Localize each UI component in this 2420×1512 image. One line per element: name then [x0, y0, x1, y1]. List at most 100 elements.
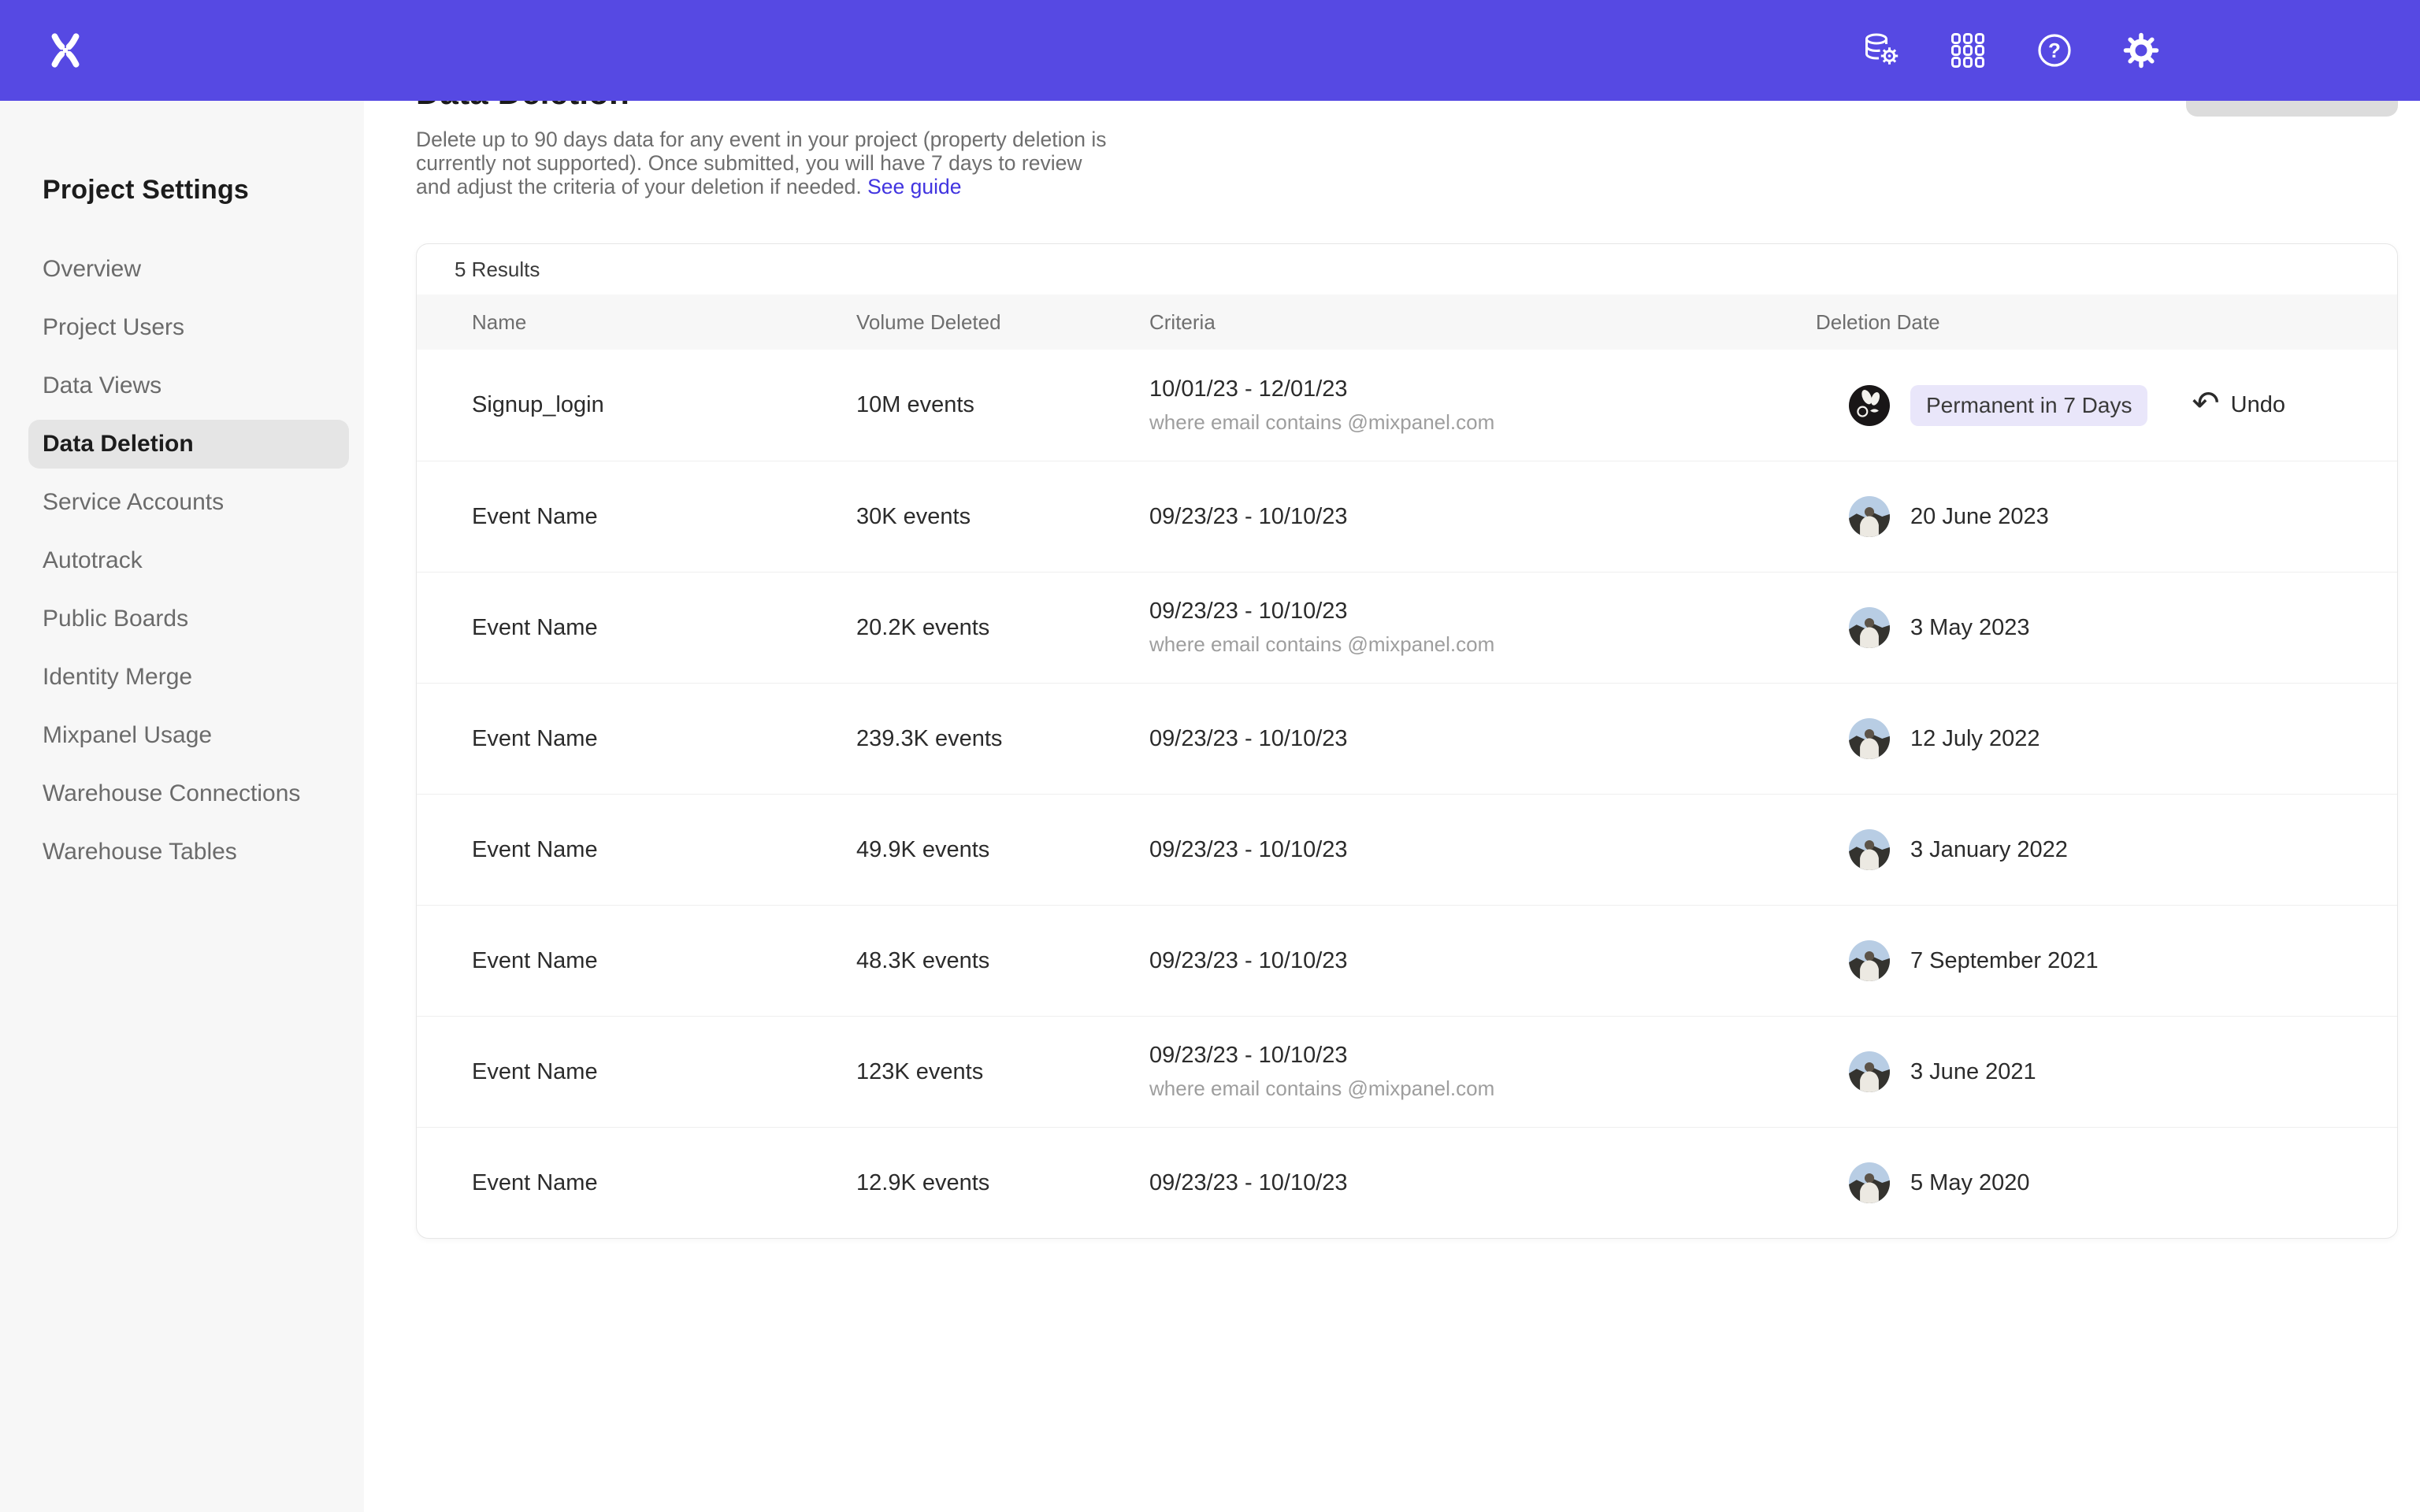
results-card: 5 Results Name Volume Deleted Criteria D…: [416, 243, 2398, 1239]
row-criteria-sub: where email contains @mixpanel.com: [1149, 410, 1816, 435]
sidebar-item-label: Overview: [43, 256, 141, 283]
row-name: Event Name: [472, 615, 856, 641]
row-name: Signup_login: [472, 392, 856, 418]
undo-label: Undo: [2231, 392, 2285, 418]
row-criteria: 10/01/23 - 12/01/23: [1149, 376, 1816, 402]
help-icon[interactable]: ?: [2036, 32, 2073, 69]
sidebar-nav: Overview Project Users Data Views Data D…: [0, 240, 364, 881]
row-criteria: 09/23/23 - 10/10/23: [1149, 948, 1816, 974]
table-body: Signup_login 10M events 10/01/23 - 12/01…: [417, 350, 2397, 1238]
deletion-date: 20 June 2023: [1910, 504, 2049, 530]
sidebar-item-overview[interactable]: Overview: [0, 240, 364, 298]
row-criteria-cell: 09/23/23 - 10/10/23: [1149, 726, 1816, 752]
row-criteria-cell: 10/01/23 - 12/01/23 where email contains…: [1149, 376, 1816, 435]
mixpanel-logo-icon[interactable]: [46, 31, 85, 70]
col-header-volume: Volume Deleted: [856, 310, 1149, 335]
topbar: ?: [0, 0, 2420, 101]
row-criteria-sub: where email contains @mixpanel.com: [1149, 1077, 1816, 1101]
table-row: Event Name 239.3K events 09/23/23 - 10/1…: [417, 683, 2397, 794]
col-header-name: Name: [472, 310, 856, 335]
table-row: Event Name 123K events 09/23/23 - 10/10/…: [417, 1016, 2397, 1127]
row-criteria: 09/23/23 - 10/10/23: [1149, 1043, 1816, 1069]
sidebar-item-warehouse-tables[interactable]: Warehouse Tables: [0, 823, 364, 881]
table-row: Event Name 48.3K events 09/23/23 - 10/10…: [417, 905, 2397, 1016]
sidebar-item-public-boards[interactable]: Public Boards: [0, 590, 364, 648]
row-volume: 48.3K events: [856, 948, 1149, 974]
deletion-date: 12 July 2022: [1910, 726, 2040, 752]
row-criteria: 09/23/23 - 10/10/23: [1149, 504, 1816, 530]
sidebar-item-label: Data Deletion: [43, 431, 194, 458]
undo-button[interactable]: ↶ Undo: [2192, 391, 2285, 420]
data-management-icon[interactable]: [1862, 32, 1900, 69]
user-avatar: [1849, 940, 1890, 981]
row-criteria-sub: where email contains @mixpanel.com: [1149, 632, 1816, 657]
user-avatar: [1849, 1162, 1890, 1203]
row-deletion-cell: 3 January 2022: [1816, 829, 2397, 870]
user-avatar: [1849, 829, 1890, 870]
table-row: Signup_login 10M events 10/01/23 - 12/01…: [417, 350, 2397, 461]
main-content: Data Deletion Delete up to 90 days data …: [364, 0, 2420, 1411]
row-volume: 30K events: [856, 504, 1149, 530]
row-volume: 49.9K events: [856, 837, 1149, 863]
deletion-date: 3 June 2021: [1910, 1059, 2036, 1085]
row-name: Event Name: [472, 1170, 856, 1196]
sidebar-item-label: Service Accounts: [43, 489, 224, 516]
sidebar: Project Settings Overview Project Users …: [0, 101, 364, 1512]
col-header-deletion-date: Deletion Date: [1816, 310, 2397, 335]
row-deletion-cell: Permanent in 7 Days ↶ Undo: [1816, 385, 2397, 426]
deletion-date: 7 September 2021: [1910, 948, 2099, 974]
sidebar-item-label: Identity Merge: [43, 664, 192, 691]
deletion-date: 3 January 2022: [1910, 837, 2068, 863]
sidebar-heading: Project Settings: [43, 175, 364, 206]
sidebar-item-label: Warehouse Connections: [43, 780, 300, 807]
row-criteria-cell: 09/23/23 - 10/10/23: [1149, 837, 1816, 863]
table-header: Name Volume Deleted Criteria Deletion Da…: [417, 295, 2397, 350]
row-deletion-cell: 7 September 2021: [1816, 940, 2397, 981]
row-criteria: 09/23/23 - 10/10/23: [1149, 598, 1816, 624]
settings-icon[interactable]: [2122, 32, 2160, 69]
sidebar-item-label: Public Boards: [43, 606, 188, 632]
row-deletion-cell: 3 May 2023: [1816, 607, 2397, 648]
apps-grid-icon[interactable]: [1949, 32, 1987, 69]
row-name: Event Name: [472, 504, 856, 530]
sidebar-item-data-deletion[interactable]: Data Deletion: [28, 420, 349, 469]
row-criteria-cell: 09/23/23 - 10/10/23 where email contains…: [1149, 598, 1816, 657]
sidebar-item-warehouse-connections[interactable]: Warehouse Connections: [0, 765, 364, 823]
col-header-criteria: Criteria: [1149, 310, 1816, 335]
row-name: Event Name: [472, 1059, 856, 1085]
sidebar-item-label: Mixpanel Usage: [43, 722, 212, 749]
see-guide-link[interactable]: See guide: [867, 175, 961, 198]
row-deletion-cell: 12 July 2022: [1816, 718, 2397, 759]
permanence-badge: Permanent in 7 Days: [1910, 385, 2147, 426]
user-avatar: [1849, 385, 1890, 426]
sidebar-item-service-accounts[interactable]: Service Accounts: [0, 473, 364, 532]
row-name: Event Name: [472, 726, 856, 752]
page-description-text: Delete up to 90 days data for any event …: [416, 128, 1106, 198]
row-deletion-cell: 20 June 2023: [1816, 496, 2397, 537]
user-avatar: [1849, 718, 1890, 759]
row-criteria: 09/23/23 - 10/10/23: [1149, 1170, 1816, 1196]
row-name: Event Name: [472, 948, 856, 974]
row-criteria-cell: 09/23/23 - 10/10/23 where email contains…: [1149, 1043, 1816, 1101]
sidebar-item-label: Autotrack: [43, 547, 143, 574]
question-mark-glyph: ?: [2048, 39, 2061, 62]
row-deletion-cell: 3 June 2021: [1816, 1051, 2397, 1092]
undo-icon: ↶: [2192, 387, 2219, 420]
user-avatar: [1849, 607, 1890, 648]
row-criteria-cell: 09/23/23 - 10/10/23: [1149, 948, 1816, 974]
table-row: Event Name 12.9K events 09/23/23 - 10/10…: [417, 1127, 2397, 1238]
sidebar-item-label: Warehouse Tables: [43, 839, 237, 865]
sidebar-item-autotrack[interactable]: Autotrack: [0, 532, 364, 590]
sidebar-item-mixpanel-usage[interactable]: Mixpanel Usage: [0, 706, 364, 765]
sidebar-item-identity-merge[interactable]: Identity Merge: [0, 648, 364, 706]
row-volume: 20.2K events: [856, 615, 1149, 641]
sidebar-item-data-views[interactable]: Data Views: [0, 357, 364, 415]
row-criteria-cell: 09/23/23 - 10/10/23: [1149, 504, 1816, 530]
row-volume: 123K events: [856, 1059, 1149, 1085]
row-volume: 239.3K events: [856, 726, 1149, 752]
sidebar-item-project-users[interactable]: Project Users: [0, 298, 364, 357]
row-criteria-cell: 09/23/23 - 10/10/23: [1149, 1170, 1816, 1196]
deletion-date: 3 May 2023: [1910, 615, 2030, 641]
topbar-icons: ?: [1862, 32, 2420, 69]
row-volume: 12.9K events: [856, 1170, 1149, 1196]
